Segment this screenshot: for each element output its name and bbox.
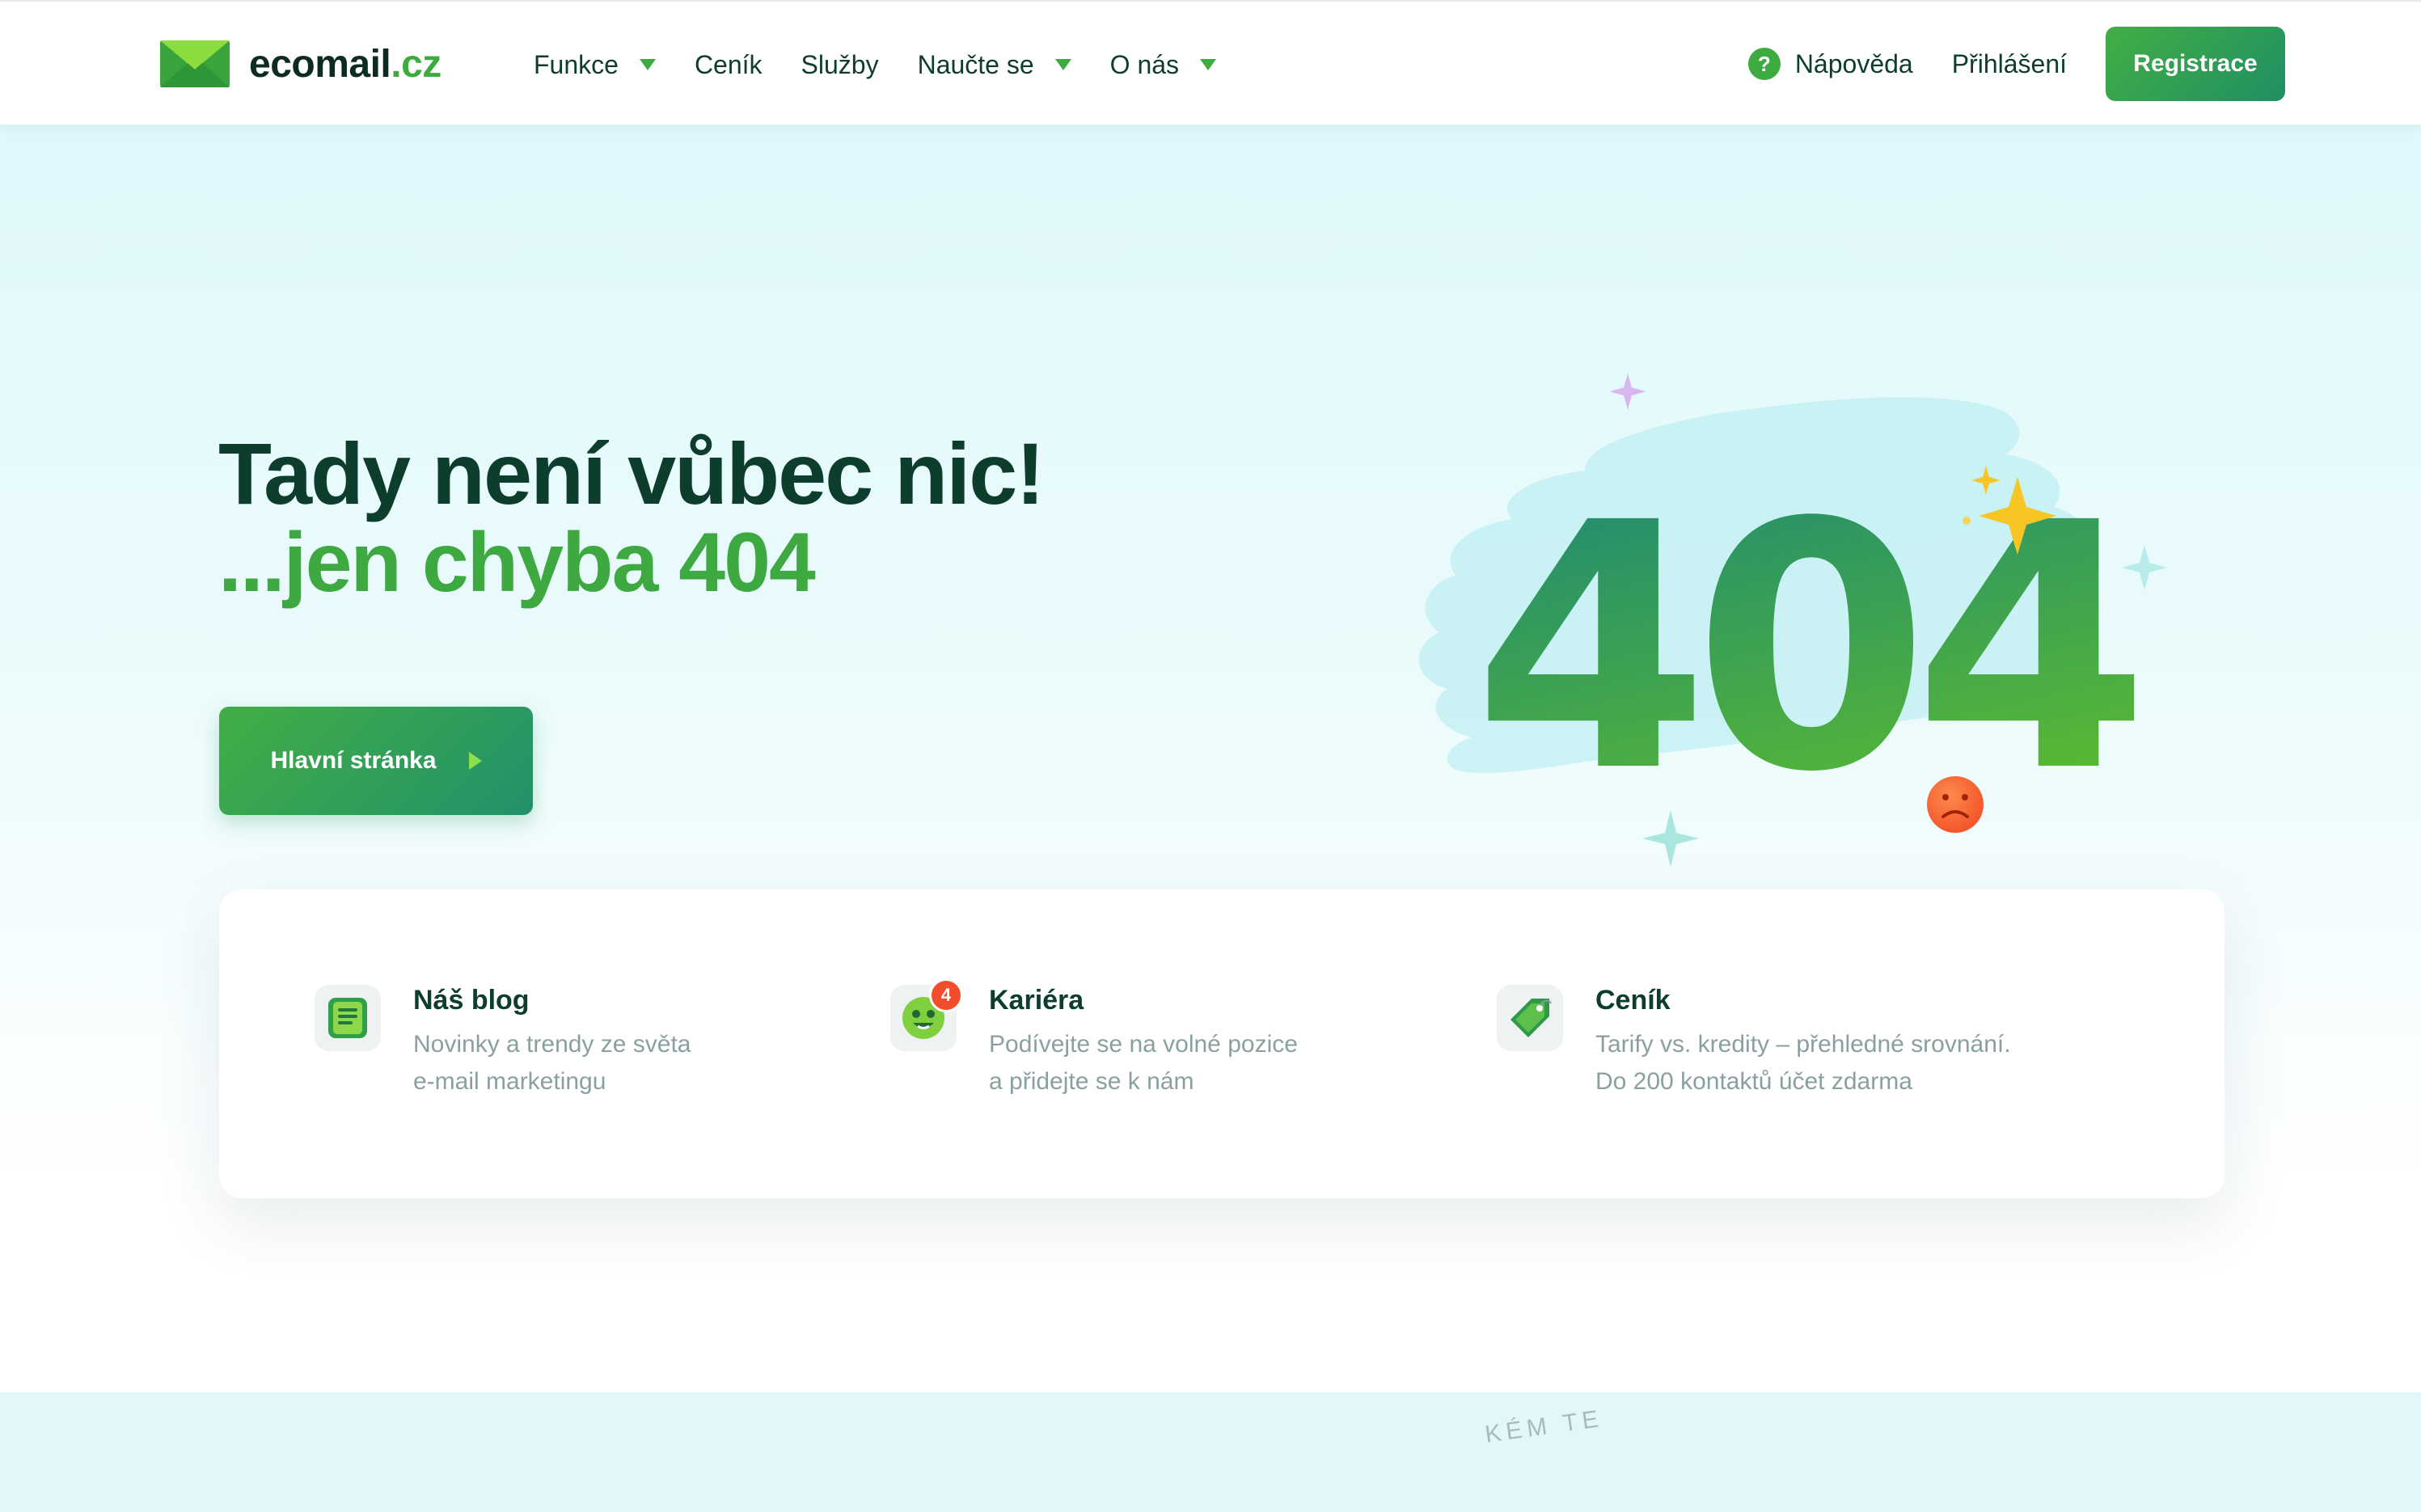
career-smiley-icon: 4 bbox=[890, 978, 963, 1051]
chevron-down-icon bbox=[639, 59, 656, 70]
login-link[interactable]: Přihlášení bbox=[1952, 49, 2067, 79]
pricing-link[interactable]: Ceník Tarify vs. kredity – přehledné sro… bbox=[1497, 985, 2011, 1100]
next-section-strip: KÉM TE bbox=[0, 1392, 2421, 1512]
career-link[interactable]: 4 Kariéra Podívejte se na volné pozice a… bbox=[890, 978, 1298, 1100]
chevron-down-icon bbox=[1200, 59, 1217, 70]
card-title: Kariéra bbox=[989, 985, 1084, 1016]
price-tag-icon bbox=[1497, 985, 1563, 1051]
card-title: Náš blog bbox=[413, 985, 530, 1016]
nav-item-funkce[interactable]: Funkce bbox=[534, 50, 656, 80]
nav-label: Ceník bbox=[694, 49, 763, 79]
purple-sparkle-icon bbox=[1609, 373, 1646, 410]
nav-label: Funkce bbox=[534, 49, 619, 79]
sparkle-dot bbox=[1963, 517, 1971, 525]
home-page-button-label: Hlavní stránka bbox=[270, 747, 437, 774]
page-subtitle: ...jen chyba 404 bbox=[218, 516, 816, 610]
notification-badge: 4 bbox=[929, 978, 963, 1012]
chevron-down-icon bbox=[1054, 59, 1071, 70]
nav-item-sluzby[interactable]: Služby bbox=[801, 50, 879, 80]
sad-face-icon bbox=[1927, 776, 1984, 833]
main-nav: Funkce Ceník Služby Naučte se O nás bbox=[534, 45, 1255, 84]
nav-label: Služby bbox=[801, 49, 879, 79]
card-description: Podívejte se na volné pozice a přidejte … bbox=[989, 1031, 1298, 1095]
ecomail-logo[interactable]: ecomail.cz bbox=[160, 40, 442, 87]
register-button[interactable]: Registrace bbox=[2106, 27, 2285, 101]
question-mark-icon: ? bbox=[1747, 48, 1781, 80]
card-title: Ceník bbox=[1595, 985, 1671, 1016]
help-link[interactable]: ? Nápověda bbox=[1747, 48, 1913, 80]
nav-item-o-nas[interactable]: O nás bbox=[1109, 49, 1217, 80]
nav-label: Naučte se bbox=[917, 49, 1034, 79]
nav-item-naucte-se[interactable]: Naučte se bbox=[918, 50, 1071, 80]
envelope-logo-icon bbox=[160, 40, 230, 87]
play-arrow-icon bbox=[468, 752, 482, 770]
nav-item-cenik[interactable]: Ceník bbox=[695, 50, 763, 80]
top-navbar: ecomail.cz Funkce Ceník Služby Naučte se… bbox=[0, 0, 2421, 125]
help-label: Nápověda bbox=[1794, 49, 1913, 78]
card-description: Tarify vs. kredity – přehledné srovnání.… bbox=[1595, 1031, 2011, 1095]
curved-heading-text: KÉM TE bbox=[1483, 1404, 1605, 1449]
nav-label: O nás bbox=[1109, 49, 1180, 79]
home-page-button[interactable]: Hlavní stránka bbox=[219, 707, 533, 815]
error-404-illustration: 404 bbox=[1418, 373, 2167, 867]
blog-icon bbox=[315, 985, 381, 1051]
card-description: Novinky a trendy ze světa e-mail marketi… bbox=[413, 1031, 691, 1095]
quick-links-card: Náš blog Novinky a trendy ze světa e-mai… bbox=[219, 889, 2225, 1198]
page-title: Tady není vůbec nic! bbox=[218, 424, 1045, 522]
blog-link[interactable]: Náš blog Novinky a trendy ze světa e-mai… bbox=[315, 985, 691, 1100]
logo-text: ecomail.cz bbox=[249, 42, 442, 86]
account-nav: ? Nápověda Přihlášení Registrace bbox=[1747, 26, 2285, 102]
hero-section: Tady není vůbec nic! ...jen chyba 404 Hl… bbox=[0, 123, 2421, 1392]
